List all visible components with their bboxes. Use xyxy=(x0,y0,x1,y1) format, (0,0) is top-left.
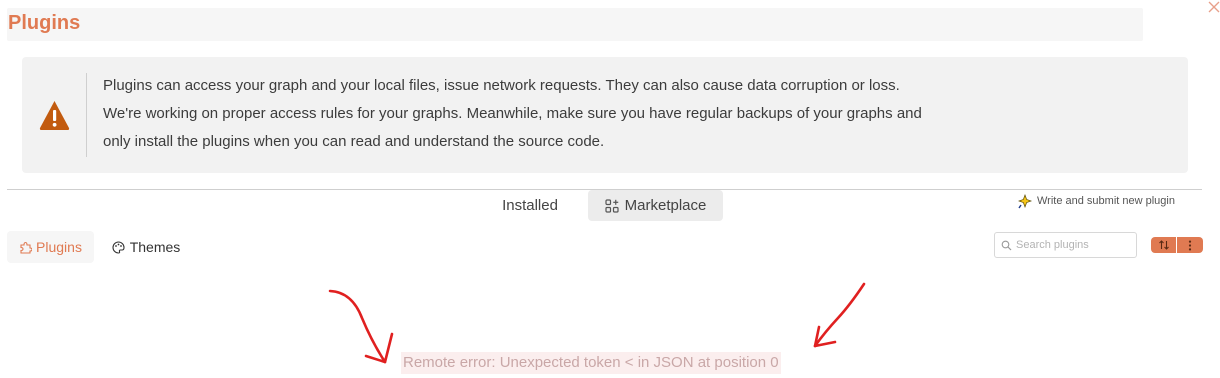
tab-marketplace-label: Marketplace xyxy=(624,197,707,214)
title-bar xyxy=(7,8,1143,41)
plugins-dialog: Plugins Plugins can access your graph an… xyxy=(0,0,1220,378)
sort-button[interactable] xyxy=(1151,237,1176,253)
tab-marketplace[interactable]: Marketplace xyxy=(588,190,723,221)
subtab-themes[interactable]: Themes xyxy=(105,231,187,263)
warning-banner: Plugins can access your graph and your l… xyxy=(22,57,1188,173)
close-button[interactable] xyxy=(1207,0,1220,13)
warning-triangle-icon xyxy=(38,99,71,132)
close-icon xyxy=(1208,1,1220,13)
submit-plugin-label: Write and submit new plugin xyxy=(1037,195,1175,207)
warning-line: only install the plugins when you can re… xyxy=(103,133,605,150)
subtab-plugins-label: Plugins xyxy=(36,239,82,255)
error-message: Remote error: Unexpected token < in JSON… xyxy=(401,352,781,374)
subtab-plugins[interactable]: Plugins xyxy=(7,231,94,263)
more-vertical-icon xyxy=(1188,240,1192,250)
submit-plugin-link[interactable]: Write and submit new plugin xyxy=(1018,193,1175,209)
puzzle-icon xyxy=(20,241,33,254)
search-input[interactable] xyxy=(1016,239,1126,251)
warning-divider xyxy=(86,73,87,157)
palette-icon xyxy=(112,240,125,254)
warning-text: Plugins can access your graph and your l… xyxy=(103,72,1163,156)
annotation-arrow-right xyxy=(813,282,866,348)
page-title: Plugins xyxy=(8,12,81,34)
warning-line: Plugins can access your graph and your l… xyxy=(103,77,900,94)
apps-icon xyxy=(605,198,619,213)
search-box xyxy=(994,232,1137,258)
sort-icon xyxy=(1158,240,1169,250)
warning-line: We're working on proper access rules for… xyxy=(103,105,922,122)
tab-installed[interactable]: Installed xyxy=(486,190,574,220)
sparkle-icon xyxy=(1018,193,1033,208)
tab-installed-label: Installed xyxy=(502,196,558,214)
subtab-themes-label: Themes xyxy=(129,239,181,255)
search-icon xyxy=(1001,240,1012,250)
more-options-button[interactable] xyxy=(1177,237,1203,253)
annotation-arrow-left xyxy=(328,289,394,364)
